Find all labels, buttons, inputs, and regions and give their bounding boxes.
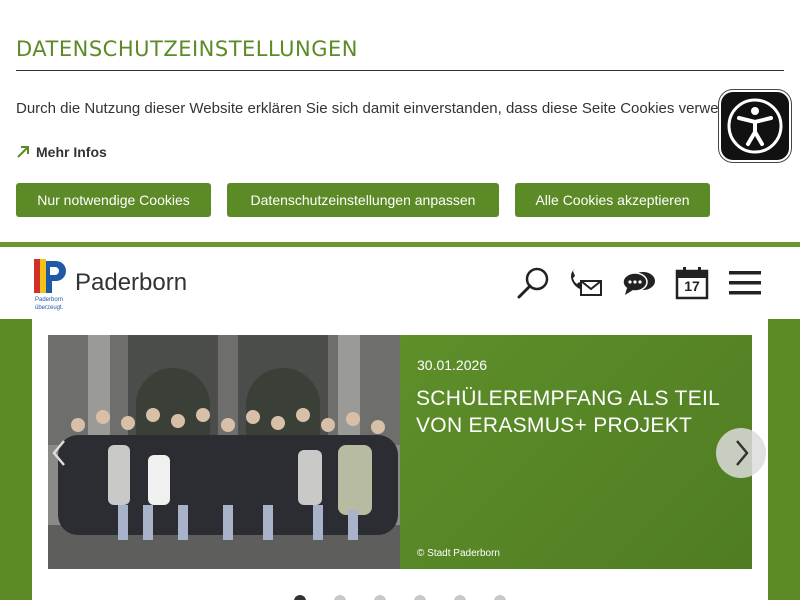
slide-title[interactable]: SCHÜLEREMPFANG ALS TEIL VON ERASMUS+ PRO… bbox=[416, 385, 736, 439]
svg-text:überzeugt.: überzeugt. bbox=[35, 305, 64, 311]
slider-next-button[interactable] bbox=[716, 428, 766, 478]
slider-dot[interactable] bbox=[414, 595, 426, 600]
customize-privacy-button[interactable]: Datenschutzeinstellungen anpassen bbox=[227, 183, 499, 217]
calendar-day: 17 bbox=[684, 278, 700, 294]
slider-dot[interactable] bbox=[294, 595, 306, 600]
slider-dot[interactable] bbox=[334, 595, 346, 600]
necessary-cookies-button[interactable]: Nur notwendige Cookies bbox=[16, 183, 211, 217]
chevron-right-icon bbox=[736, 440, 749, 466]
accessibility-person-icon bbox=[727, 98, 783, 154]
search-icon bbox=[517, 267, 549, 299]
chat-button[interactable] bbox=[619, 263, 659, 303]
calendar-button[interactable]: 17 bbox=[672, 263, 712, 303]
contact-phone-mail-icon bbox=[571, 269, 602, 296]
accessibility-button[interactable] bbox=[719, 90, 791, 162]
contact-button[interactable] bbox=[566, 263, 606, 303]
cookie-title: DATENSCHUTZEINSTELLUNGEN bbox=[16, 37, 358, 61]
slider-dot[interactable] bbox=[374, 595, 386, 600]
slider-dot[interactable] bbox=[494, 595, 506, 600]
menu-button[interactable] bbox=[725, 263, 765, 303]
more-info-link[interactable]: Mehr Infos bbox=[16, 144, 107, 160]
slide-credit: © Stadt Paderborn bbox=[417, 548, 500, 559]
slider-prev-button[interactable] bbox=[50, 437, 70, 469]
site-header: Paderborn überzeugt. Paderborn 17 bbox=[0, 247, 800, 319]
cookie-divider bbox=[16, 70, 784, 71]
slide-photo[interactable] bbox=[48, 335, 400, 569]
slider-dots bbox=[0, 592, 800, 600]
paderborn-logo[interactable]: Paderborn überzeugt. bbox=[32, 257, 70, 313]
accept-all-cookies-button[interactable]: Alle Cookies akzeptieren bbox=[515, 183, 710, 217]
cookie-text: Durch die Nutzung dieser Website erkläre… bbox=[16, 100, 752, 117]
menu-icon bbox=[729, 271, 761, 295]
arrow-up-right-icon bbox=[17, 146, 29, 158]
chat-icon bbox=[622, 272, 655, 295]
more-info-label: Mehr Infos bbox=[36, 144, 107, 160]
slide-date: 30.01.2026 bbox=[417, 357, 488, 373]
cookie-banner: DATENSCHUTZEINSTELLUNGEN Durch die Nutzu… bbox=[0, 0, 800, 242]
slide-caption-panel[interactable]: 30.01.2026 SCHÜLEREMPFANG ALS TEIL VON E… bbox=[400, 335, 752, 569]
slider-dot[interactable] bbox=[454, 595, 466, 600]
site-brand[interactable]: Paderborn bbox=[75, 269, 187, 297]
svg-text:Paderborn: Paderborn bbox=[35, 297, 63, 303]
chevron-left-icon bbox=[52, 440, 65, 466]
search-button[interactable] bbox=[514, 263, 554, 303]
